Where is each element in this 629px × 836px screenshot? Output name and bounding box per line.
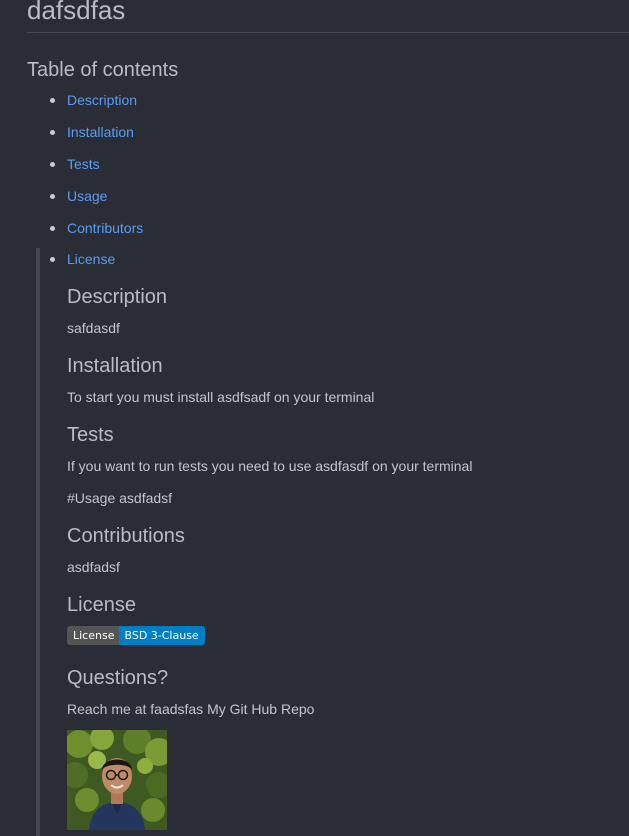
installation-heading: Installation	[67, 355, 163, 377]
contributions-heading: Contributions	[67, 525, 185, 547]
description-heading: Description	[67, 286, 168, 308]
toc-heading: Table of contents	[27, 59, 179, 81]
toc-link-installation[interactable]: Installation	[67, 123, 134, 141]
toc-link-description[interactable]: Description	[67, 91, 137, 109]
license-badge: License BSD 3-Clause	[67, 626, 205, 645]
title-divider	[27, 32, 629, 33]
questions-heading: Questions?	[67, 667, 169, 689]
toc-bullet	[50, 98, 55, 103]
toc-bullet	[50, 257, 55, 262]
toc-link-tests[interactable]: Tests	[67, 155, 100, 173]
installation-text: To start you must install asdfsadf on yo…	[67, 389, 375, 405]
description-text: safdasdf	[67, 320, 120, 336]
toc-bullet	[50, 226, 55, 231]
profile-photo-icon	[67, 730, 167, 830]
toc-link-contributors[interactable]: Contributors	[67, 219, 143, 237]
license-badge-value: BSD 3-Clause	[119, 626, 205, 645]
blockquote-bar	[36, 248, 40, 836]
usage-text: #Usage asdfadsf	[67, 490, 173, 506]
tests-heading: Tests	[67, 424, 114, 446]
contributions-text: asdfadsf	[67, 559, 120, 575]
page-title: dafsdfas	[27, 0, 126, 25]
toc-link-license[interactable]: License	[67, 250, 115, 268]
avatar	[67, 730, 167, 830]
toc-bullet	[50, 130, 55, 135]
toc-bullet	[50, 162, 55, 167]
license-heading: License	[67, 594, 136, 616]
readme-page: dafsdfas Table of contents Description I…	[0, 0, 629, 836]
toc-link-usage[interactable]: Usage	[67, 187, 107, 205]
license-badge-label: License	[67, 626, 120, 645]
toc-bullet	[50, 194, 55, 199]
questions-text: Reach me at faadsfas My Git Hub Repo	[67, 701, 315, 717]
tests-text: If you want to run tests you need to use…	[67, 458, 473, 474]
